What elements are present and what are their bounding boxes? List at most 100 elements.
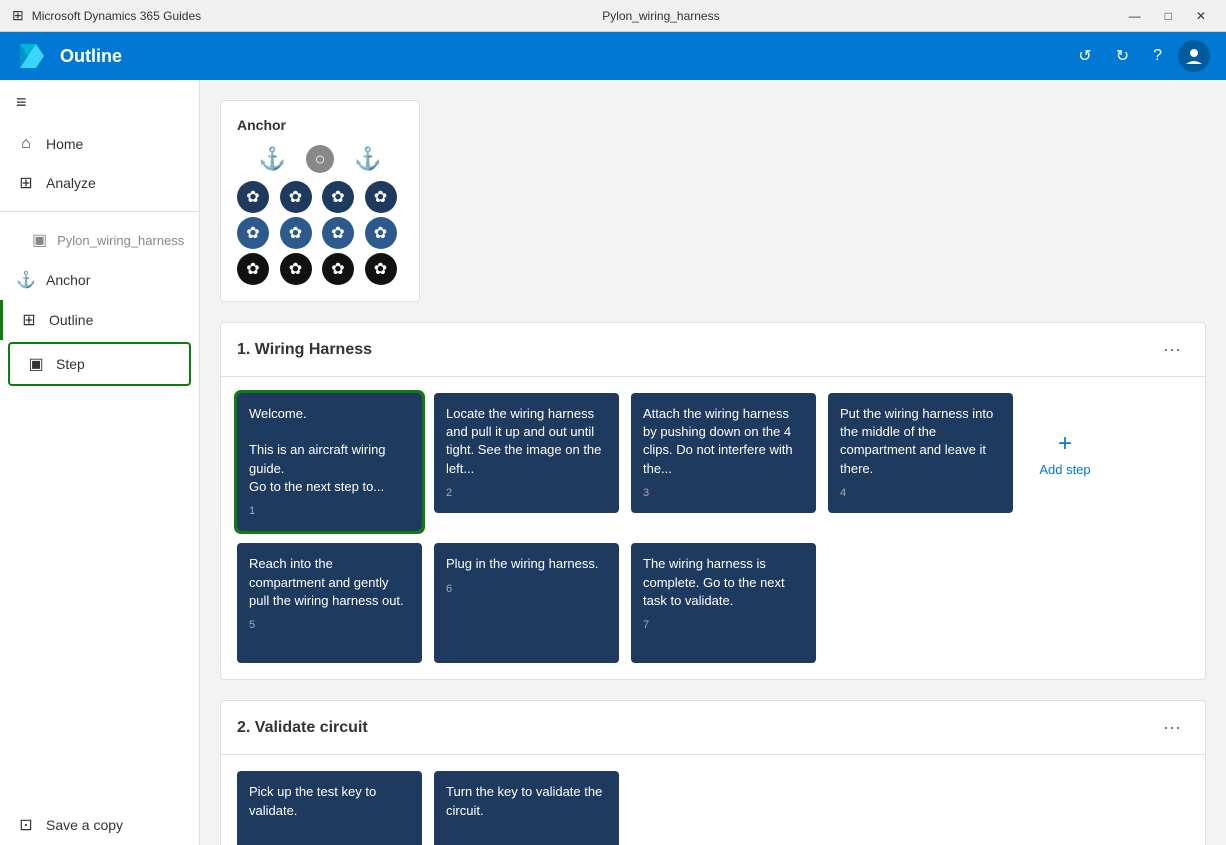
- step-3-text: Attach the wiring harness by pushing dow…: [643, 405, 804, 478]
- step-5-text: Reach into the compartment and gently pu…: [249, 555, 410, 610]
- sidebar-divider-1: [0, 211, 199, 212]
- step-icon: ▣: [26, 354, 46, 374]
- step-1-num: 1: [249, 504, 410, 519]
- anchor-middle-icon: ○: [306, 145, 334, 173]
- step-6-text: Plug in the wiring harness.: [446, 555, 607, 573]
- step-3-card[interactable]: Attach the wiring harness by pushing dow…: [631, 393, 816, 513]
- anchor-right-icon: ⚓: [354, 146, 381, 172]
- anchor-icons: ⚓ ○ ⚓: [237, 145, 403, 173]
- add-step-button[interactable]: + Add step: [1025, 393, 1105, 513]
- task-1-section: 1. Wiring Harness ··· Welcome. This is a…: [220, 322, 1206, 680]
- step-2-num: 2: [446, 486, 607, 501]
- anchor-label: Anchor: [46, 272, 90, 288]
- title-bar-left: ⊞ Microsoft Dynamics 365 Guides: [12, 7, 201, 24]
- step-label: Step: [56, 356, 85, 372]
- anchor-grid-item: ✿: [365, 253, 397, 285]
- task-2-steps-container: Pick up the test key to validate. Turn t…: [220, 755, 1206, 845]
- step-4-num: 4: [840, 486, 1001, 501]
- anchor-grid-item: ✿: [237, 253, 269, 285]
- save-icon: ⊡: [16, 815, 36, 835]
- task-1-title: 1. Wiring Harness: [237, 341, 372, 359]
- anchor-left-icon: ⚓: [259, 146, 286, 172]
- add-step-icon: +: [1058, 430, 1072, 458]
- header-left: Outline: [16, 40, 122, 72]
- anchor-grid-item: ✿: [322, 181, 354, 213]
- app-name: Microsoft Dynamics 365 Guides: [32, 9, 201, 23]
- add-step-label: Add step: [1039, 462, 1090, 477]
- user-icon: [1185, 47, 1203, 65]
- validate-step-1-text: Pick up the test key to validate.: [249, 783, 410, 819]
- analyze-icon: ⊞: [16, 173, 36, 193]
- close-button[interactable]: ✕: [1188, 5, 1214, 27]
- step-7-card[interactable]: The wiring harness is complete. Go to th…: [631, 543, 816, 663]
- anchor-grid-item: ✿: [365, 217, 397, 249]
- validate-step-1-card[interactable]: Pick up the test key to validate.: [237, 771, 422, 845]
- sidebar-item-step[interactable]: ▣ Step: [8, 342, 191, 386]
- outline-icon: ⊞: [19, 310, 39, 330]
- step-2-text: Locate the wiring harness and pull it up…: [446, 405, 607, 478]
- step-2-card[interactable]: Locate the wiring harness and pull it up…: [434, 393, 619, 513]
- anchor-grid-item: ✿: [322, 217, 354, 249]
- header: Outline ↺ ↻ ?: [0, 32, 1226, 80]
- task-2-title: 2. Validate circuit: [237, 719, 368, 737]
- minimize-button[interactable]: —: [1121, 5, 1149, 27]
- task-2-more-button[interactable]: ···: [1155, 713, 1189, 742]
- validate-step-2-card[interactable]: Turn the key to validate the circuit.: [434, 771, 619, 845]
- anchor-card: Anchor ⚓ ○ ⚓ ✿ ✿ ✿ ✿ ✿ ✿ ✿ ✿ ✿ ✿ ✿ ✿: [220, 100, 420, 302]
- anchor-grid-item: ✿: [237, 217, 269, 249]
- menu-button[interactable]: ≡: [0, 80, 199, 125]
- content-area: Anchor ⚓ ○ ⚓ ✿ ✿ ✿ ✿ ✿ ✿ ✿ ✿ ✿ ✿ ✿ ✿: [200, 80, 1226, 845]
- avatar-button[interactable]: [1178, 40, 1210, 72]
- sidebar-item-save-copy[interactable]: ⊡ Save a copy: [0, 805, 199, 845]
- title-bar-center: Pylon_wiring_harness: [602, 9, 719, 23]
- anchor-grid-item: ✿: [322, 253, 354, 285]
- step-5-num: 5: [249, 618, 410, 633]
- anchor-card-title: Anchor: [237, 117, 403, 133]
- sidebar-item-analyze[interactable]: ⊞ Analyze: [0, 163, 199, 203]
- anchor-grid-item: ✿: [280, 253, 312, 285]
- step-7-num: 7: [643, 618, 804, 633]
- file-name: Pylon_wiring_harness: [602, 9, 719, 23]
- step-3-num: 3: [643, 486, 804, 501]
- sidebar: ≡ ⌂ Home ⊞ Analyze ▣ Pylon_wiring_harnes…: [0, 80, 200, 845]
- step-6-num: 6: [446, 582, 607, 597]
- home-icon: ⌂: [16, 135, 36, 153]
- hamburger-icon: ≡: [16, 92, 27, 112]
- anchor-grid-item: ✿: [280, 181, 312, 213]
- help-button[interactable]: ?: [1145, 41, 1170, 71]
- header-title: Outline: [60, 46, 122, 67]
- step-5-card[interactable]: Reach into the compartment and gently pu…: [237, 543, 422, 663]
- project-name-label: Pylon_wiring_harness: [57, 233, 184, 248]
- validate-step-2-text: Turn the key to validate the circuit.: [446, 783, 607, 819]
- undo-button[interactable]: ↺: [1070, 40, 1099, 72]
- task-1-header: 1. Wiring Harness ···: [220, 322, 1206, 377]
- analyze-label: Analyze: [46, 175, 96, 191]
- anchor-grid-item: ✿: [365, 181, 397, 213]
- step-1-text: Welcome. This is an aircraft wiring guid…: [249, 405, 410, 496]
- task-1-more-button[interactable]: ···: [1155, 335, 1189, 364]
- maximize-button[interactable]: □: [1157, 5, 1180, 27]
- redo-button[interactable]: ↻: [1108, 40, 1137, 72]
- header-right: ↺ ↻ ?: [1070, 40, 1210, 72]
- title-bar: ⊞ Microsoft Dynamics 365 Guides Pylon_wi…: [0, 0, 1226, 32]
- anchor-grid-item: ✿: [237, 181, 269, 213]
- sidebar-item-outline[interactable]: ⊞ Outline: [0, 300, 199, 340]
- doc-icon: ▣: [32, 230, 47, 250]
- sidebar-item-home[interactable]: ⌂ Home: [0, 125, 199, 163]
- task-2-section: 2. Validate circuit ··· Pick up the test…: [220, 700, 1206, 845]
- step-1-card[interactable]: Welcome. This is an aircraft wiring guid…: [237, 393, 422, 531]
- app-body: ≡ ⌂ Home ⊞ Analyze ▣ Pylon_wiring_harnes…: [0, 80, 1226, 845]
- anchor-grid-item: ✿: [280, 217, 312, 249]
- outline-label: Outline: [49, 312, 93, 328]
- anchor-icon: ⚓: [16, 270, 36, 290]
- app-icon: ⊞: [12, 7, 24, 24]
- home-label: Home: [46, 136, 83, 152]
- step-6-card[interactable]: Plug in the wiring harness. 6: [434, 543, 619, 663]
- step-4-card[interactable]: Put the wiring harness into the middle o…: [828, 393, 1013, 513]
- task-2-header: 2. Validate circuit ···: [220, 700, 1206, 755]
- sidebar-item-anchor[interactable]: ⚓ Anchor: [0, 260, 199, 300]
- save-copy-label: Save a copy: [46, 817, 123, 833]
- step-4-text: Put the wiring harness into the middle o…: [840, 405, 1001, 478]
- title-bar-right: — □ ✕: [1121, 5, 1214, 27]
- dynamics-logo: [16, 40, 48, 72]
